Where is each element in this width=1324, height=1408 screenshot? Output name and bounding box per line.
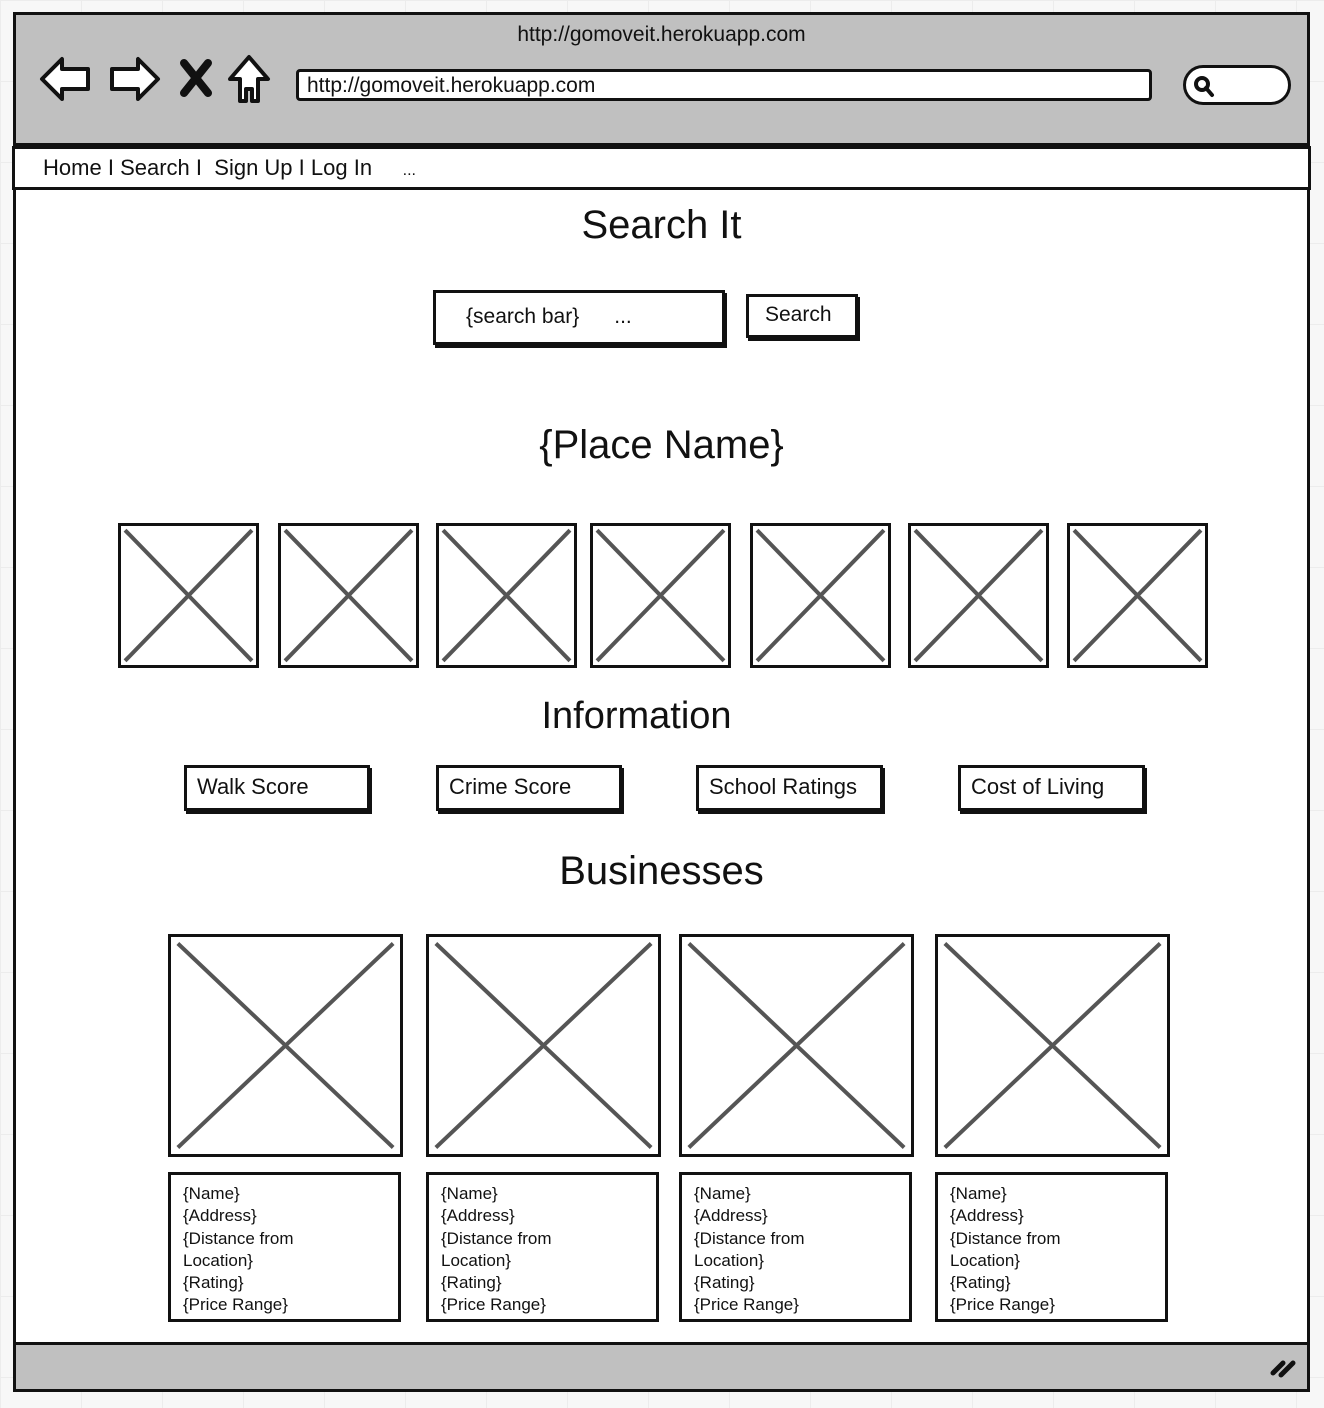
- image-placeholder-icon: [753, 526, 888, 665]
- image-placeholder-icon: [1070, 526, 1205, 665]
- nav-home-link[interactable]: Home: [43, 155, 102, 180]
- place-image: [590, 523, 731, 668]
- nav-separator: I: [298, 155, 305, 180]
- business-card-line: {Distance from: [183, 1228, 294, 1248]
- business-card-line: {Name}: [441, 1184, 498, 1203]
- nav-separator: I: [195, 155, 203, 180]
- window-title: http://gomoveit.herokuapp.com: [517, 23, 806, 46]
- back-arrow-icon[interactable]: [38, 53, 94, 105]
- business-card-line: {Name}: [694, 1184, 751, 1203]
- business-card-line: {Name}: [950, 1184, 1007, 1203]
- image-placeholder-icon: [429, 937, 658, 1154]
- business-card-line: {Distance from: [694, 1228, 805, 1248]
- cost-of-living-button[interactable]: Cost of Living: [958, 765, 1145, 811]
- business-card-line: {Rating}: [950, 1273, 1011, 1293]
- business-card-line: Location}: [441, 1250, 511, 1270]
- place-image: [908, 523, 1049, 668]
- place-image: [750, 523, 891, 668]
- address-bar[interactable]: http://gomoveit.herokuapp.com: [296, 69, 1152, 101]
- business-card-line: {Address}: [183, 1206, 257, 1226]
- business-card-line: {Address}: [694, 1206, 768, 1226]
- search-input[interactable]: {search bar} ...: [433, 290, 725, 345]
- place-image: [118, 523, 259, 668]
- business-card: {Name} {Address} {Distance from Location} {R…: [679, 1172, 912, 1322]
- business-image: [679, 934, 914, 1157]
- nav-separator: I: [107, 155, 114, 180]
- business-card-line: {Rating}: [183, 1273, 244, 1293]
- search-icon: [1194, 76, 1214, 97]
- walk-score-button[interactable]: Walk Score: [184, 765, 370, 811]
- status-bar: [16, 1342, 1307, 1389]
- school-ratings-button[interactable]: School Ratings: [696, 765, 883, 811]
- resize-grip-icon[interactable]: [1269, 1353, 1299, 1379]
- place-image: [436, 523, 577, 668]
- business-card-line: {Price Range}: [694, 1295, 799, 1315]
- place-image: [1067, 523, 1208, 668]
- business-image: [168, 934, 403, 1157]
- forward-arrow-icon[interactable]: [106, 53, 162, 105]
- business-card-line: {Address}: [441, 1206, 515, 1226]
- business-card: {Name} {Address} {Distance from Location} {R…: [426, 1172, 659, 1322]
- information-title: Information: [541, 695, 732, 737]
- business-card-line: {Price Range}: [183, 1295, 288, 1315]
- business-card-line: {Name}: [183, 1184, 240, 1203]
- browser-chrome: http://gomoveit.herokuapp.com http://gom…: [16, 15, 1307, 146]
- nav-search-link[interactable]: Search: [120, 155, 190, 180]
- nav-signup-link[interactable]: Sign Up: [214, 155, 292, 180]
- image-placeholder-icon: [938, 937, 1167, 1154]
- crime-score-button[interactable]: Crime Score: [436, 765, 622, 811]
- nav-menu: Home I Search I Sign Up I Log In ...: [12, 146, 1311, 190]
- browser-search-box[interactable]: [1183, 65, 1291, 105]
- business-card-line: {Price Range}: [441, 1295, 546, 1315]
- business-image: [426, 934, 661, 1157]
- business-card-line: {Distance from: [441, 1228, 552, 1248]
- nav-login-link[interactable]: Log In: [311, 155, 372, 180]
- business-card-line: Location}: [950, 1250, 1020, 1270]
- image-placeholder-icon: [121, 526, 256, 665]
- image-placeholder-icon: [911, 526, 1046, 665]
- browser-window: http://gomoveit.herokuapp.com http://gom…: [12, 12, 1311, 1392]
- image-placeholder-icon: [682, 937, 911, 1154]
- business-card-line: {Distance from: [950, 1228, 1061, 1248]
- business-card-line: {Price Range}: [950, 1295, 1055, 1315]
- business-card-line: {Rating}: [441, 1273, 502, 1293]
- image-placeholder-icon: [281, 526, 416, 665]
- place-name-title: {Place Name}: [539, 423, 784, 467]
- home-icon[interactable]: [226, 53, 272, 105]
- image-placeholder-icon: [439, 526, 574, 665]
- nav-more[interactable]: ...: [403, 162, 416, 179]
- business-card-line: {Rating}: [694, 1273, 755, 1293]
- stop-icon[interactable]: [176, 53, 216, 105]
- business-card-line: Location}: [694, 1250, 764, 1270]
- search-button[interactable]: Search: [746, 294, 858, 338]
- businesses-title: Businesses: [559, 849, 764, 893]
- image-placeholder-icon: [171, 937, 400, 1154]
- image-placeholder-icon: [593, 526, 728, 665]
- business-image: [935, 934, 1170, 1157]
- place-image: [278, 523, 419, 668]
- business-card-line: Location}: [183, 1250, 253, 1270]
- search-title: Search It: [581, 203, 742, 247]
- business-card-line: {Address}: [950, 1206, 1024, 1226]
- business-card: {Name} {Address} {Distance from Location} {R…: [935, 1172, 1168, 1322]
- business-card: {Name} {Address} {Distance from Location} {R…: [168, 1172, 401, 1322]
